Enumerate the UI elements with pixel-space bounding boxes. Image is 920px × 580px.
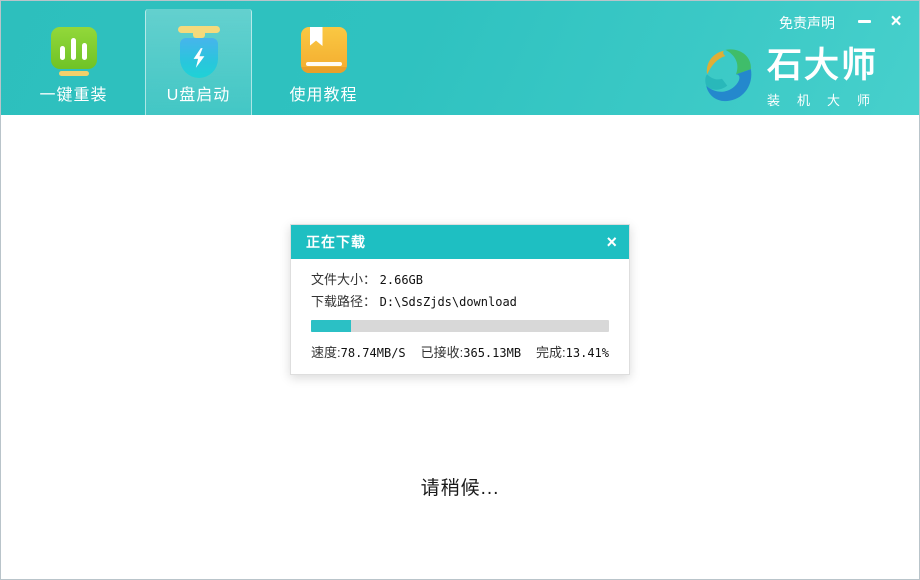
- download-dialog: 正在下载 × 文件大小： 2.66GB 下载路径： D:\SdsZjds\dow…: [290, 224, 630, 375]
- brand-logo: 石大师 装机大师: [701, 47, 887, 109]
- minimize-button[interactable]: [851, 9, 877, 33]
- completed-label: 完成:: [536, 345, 566, 360]
- close-button[interactable]: ×: [883, 9, 909, 33]
- tab-usb-boot[interactable]: U盘启动: [136, 1, 261, 115]
- file-size-row: 文件大小： 2.66GB: [311, 269, 609, 291]
- tab-label: U盘启动: [167, 81, 231, 105]
- speed-stat: 速度:78.74MB/S: [311, 342, 406, 361]
- usb-drive-icon: [174, 25, 224, 81]
- received-label: 已接收:: [421, 345, 464, 360]
- received-value: 365.13MB: [463, 346, 521, 360]
- dialog-body: 文件大小： 2.66GB 下载路径： D:\SdsZjds\download 速…: [291, 259, 629, 374]
- brand-subtitle: 装机大师: [767, 90, 887, 109]
- lightning-icon: [190, 47, 208, 69]
- speed-value: 78.74MB/S: [341, 346, 406, 360]
- disclaimer-link[interactable]: 免责声明: [779, 13, 835, 33]
- dialog-header: 正在下载 ×: [291, 225, 629, 259]
- tab-label: 使用教程: [289, 81, 357, 105]
- waiting-text: 请稍候...: [1, 473, 919, 500]
- completed-value: 13.41%: [566, 346, 609, 360]
- speed-label: 速度:: [311, 345, 341, 360]
- dialog-title: 正在下载: [306, 232, 366, 252]
- tab-label: 一键重装: [39, 81, 107, 105]
- app-header: 一键重装 U盘启动: [1, 1, 919, 115]
- download-stats: 速度:78.74MB/S 已接收:365.13MB 完成:13.41%: [311, 342, 609, 361]
- file-size-label: 文件大小：: [311, 272, 376, 287]
- brand-logo-icon: [701, 47, 757, 107]
- download-path-row: 下载路径： D:\SdsZjds\download: [311, 291, 609, 313]
- received-stat: 已接收:365.13MB: [421, 342, 521, 361]
- minimize-icon: [858, 20, 871, 23]
- app-window: 一键重装 U盘启动: [0, 0, 920, 580]
- download-path-label: 下载路径：: [311, 294, 376, 309]
- chart-monitor-icon: [49, 25, 99, 81]
- tab-one-key-reinstall[interactable]: 一键重装: [11, 1, 136, 115]
- download-path-value: D:\SdsZjds\download: [380, 295, 517, 309]
- brand-title: 石大师: [767, 47, 887, 86]
- nav-tabs: 一键重装 U盘启动: [11, 1, 386, 115]
- dialog-close-icon[interactable]: ×: [606, 233, 617, 251]
- book-icon: [299, 25, 349, 81]
- tab-tutorial[interactable]: 使用教程: [261, 1, 386, 115]
- progress-fill: [311, 320, 351, 332]
- file-size-value: 2.66GB: [380, 273, 423, 287]
- completed-stat: 完成:13.41%: [536, 342, 609, 361]
- main-content: 正在下载 × 文件大小： 2.66GB 下载路径： D:\SdsZjds\dow…: [1, 115, 919, 579]
- progress-bar: [311, 320, 609, 332]
